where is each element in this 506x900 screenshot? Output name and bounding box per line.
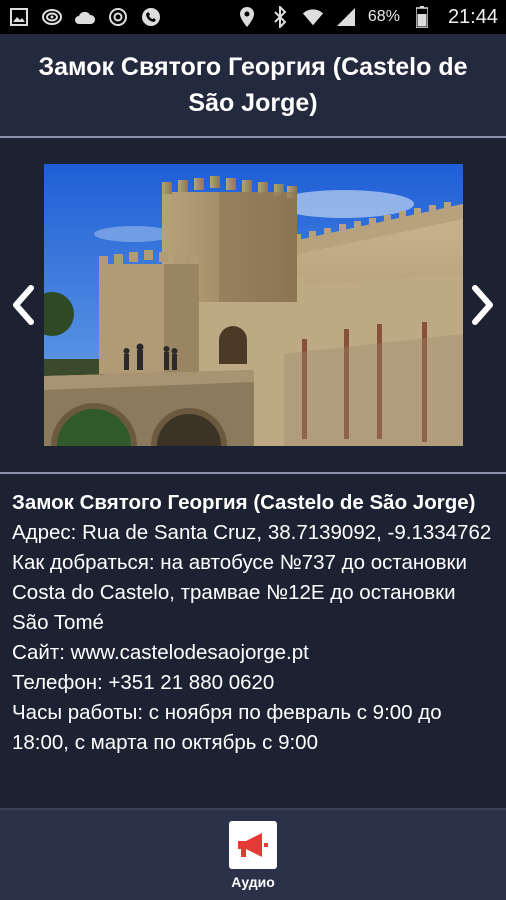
status-right-icons: 68% 21:44 <box>236 6 498 29</box>
gallery-next-button[interactable] <box>466 280 500 330</box>
phone-icon <box>140 6 162 28</box>
image-icon <box>8 6 30 28</box>
castle-photo[interactable] <box>44 164 463 446</box>
photo-gallery <box>0 140 506 472</box>
cloud-icon <box>74 6 96 28</box>
audio-button[interactable] <box>229 820 277 869</box>
bottom-bar: Аудио <box>0 808 506 900</box>
castle-illustration <box>44 164 463 446</box>
wifi-hotspot-icon <box>41 6 63 28</box>
details-title: Замок Святого Георгия (Castelo de São Jo… <box>12 491 476 514</box>
battery-icon <box>411 6 433 28</box>
details-directions: Как добраться: на автобусе №737 до остан… <box>12 551 467 634</box>
audio-label[interactable]: Аудио <box>231 874 275 890</box>
details-phone[interactable]: Телефон: +351 21 880 0620 <box>12 668 494 698</box>
chevron-right-icon <box>472 285 493 325</box>
details-hours: Часы работы: с ноября по февраль с 9:00 … <box>12 701 442 754</box>
at-icon <box>107 6 129 28</box>
header-divider <box>0 136 506 138</box>
gallery-prev-button[interactable] <box>6 280 40 330</box>
battery-percent: 68% <box>367 8 400 25</box>
status-bar: 68% 21:44 <box>0 0 506 34</box>
place-details: Замок Святого Георгия (Castelo de São Jo… <box>0 474 506 808</box>
wifi-icon <box>302 6 324 28</box>
signal-icon <box>335 6 357 28</box>
page-title: Замок Святого Георгия (Castelo de São Jo… <box>38 53 468 117</box>
clock: 21:44 <box>447 5 498 28</box>
location-icon <box>236 6 258 28</box>
app-header: Замок Святого Георгия (Castelo de São Jo… <box>0 34 506 136</box>
details-website[interactable]: Сайт: www.castelodesaojorge.pt <box>12 638 494 668</box>
bluetooth-icon <box>269 6 291 28</box>
chevron-left-icon <box>13 285 34 325</box>
details-address: Адрес: Rua de Santa Cruz, 38.7139092, -9… <box>12 521 492 544</box>
status-left-icons <box>8 6 162 28</box>
megaphone-icon <box>238 832 268 857</box>
